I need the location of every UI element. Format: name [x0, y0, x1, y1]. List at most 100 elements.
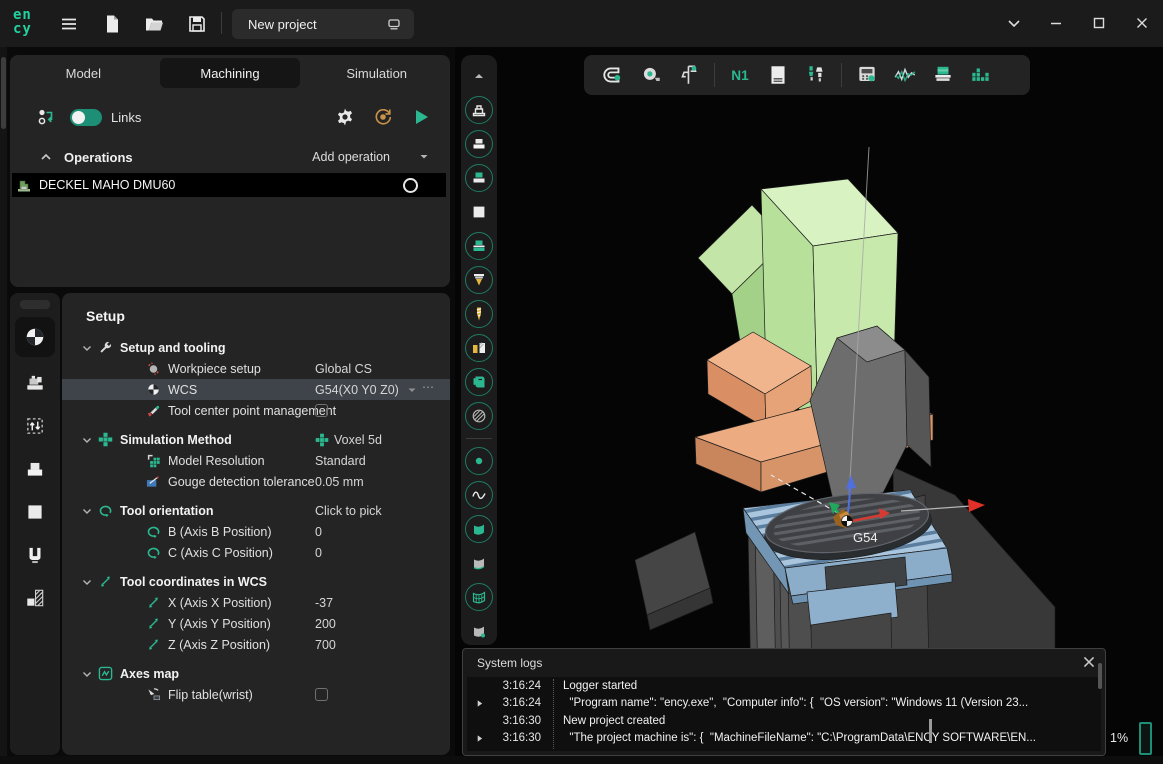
- logs-list[interactable]: 3:16:24Logger started3:16:24 "Program na…: [467, 677, 1101, 751]
- surface-point-button[interactable]: [464, 614, 494, 648]
- operations-header[interactable]: Operations Add operation: [10, 143, 450, 171]
- panel-drag-handle[interactable]: [20, 300, 50, 309]
- tree-row-tool-center-point-management[interactable]: Tool center point management: [62, 400, 450, 421]
- window-maximize-button[interactable]: [1088, 12, 1110, 34]
- caliper-button[interactable]: [670, 59, 708, 91]
- log-row[interactable]: 3:16:24Logger started: [467, 677, 1101, 695]
- curve-button[interactable]: [464, 478, 494, 512]
- workpiece-square-button[interactable]: [464, 195, 494, 229]
- point-button[interactable]: [464, 444, 494, 478]
- tree-chevron-icon[interactable]: [80, 667, 94, 681]
- magnet-button[interactable]: [594, 59, 632, 91]
- machine-operation-row[interactable]: DECKEL MAHO DMU60: [12, 173, 446, 197]
- more-options-button[interactable]: ⋯: [422, 380, 435, 394]
- surface-offset-button[interactable]: [464, 546, 494, 580]
- tree-row-wcs[interactable]: WCSG54(X0 Y0 Z0)⋯: [62, 379, 450, 400]
- tool-button[interactable]: [464, 297, 494, 331]
- log-row[interactable]: 3:16:30New project created: [467, 712, 1101, 730]
- wcs-icon[interactable]: [15, 317, 55, 357]
- log-row[interactable]: 3:16:30 "The project machine is": { "Mac…: [467, 730, 1101, 748]
- tree-row-c-axis-c-position-[interactable]: C (Axis C Position)0: [62, 542, 450, 563]
- stock-analysis-icon[interactable]: [20, 583, 50, 613]
- tree-chevron-icon[interactable]: [80, 341, 94, 355]
- machine-radio-button[interactable]: [403, 178, 418, 193]
- tree-value-text: 0: [315, 546, 322, 560]
- tree-checkbox[interactable]: [315, 404, 328, 417]
- surface-button[interactable]: [464, 512, 494, 546]
- stock-setup-icon[interactable]: [20, 454, 50, 484]
- material-button[interactable]: [464, 399, 494, 433]
- curve-icon: [465, 481, 493, 509]
- new-file-button[interactable]: [99, 11, 125, 37]
- nc-program-button[interactable]: N1: [721, 59, 759, 91]
- tool-list-button[interactable]: [797, 59, 835, 91]
- tree-row-x-axis-x-position-[interactable]: X (Axis X Position)-37: [62, 592, 450, 613]
- tree-row-flip-table-wrist-[interactable]: Flip table(wrist): [62, 684, 450, 705]
- fixture-button[interactable]: [464, 331, 494, 365]
- logs-close-icon[interactable]: [1081, 654, 1097, 670]
- links-toggle[interactable]: [70, 109, 102, 126]
- save-button[interactable]: [184, 11, 210, 37]
- tree-row-gouge-detection-tolerance[interactable]: Gouge detection tolerance0.05 mm: [62, 471, 450, 492]
- calculator-button[interactable]: [848, 59, 886, 91]
- expand-arrow-icon[interactable]: [475, 699, 484, 708]
- scroll-up-button[interactable]: [464, 59, 494, 93]
- tree-row-model-resolution[interactable]: Model ResolutionStandard: [62, 450, 450, 471]
- tree-row-tool-coordinates-in-wcs[interactable]: Tool coordinates in WCS: [62, 571, 450, 592]
- tab-label: Model: [66, 66, 101, 81]
- window-expand-button[interactable]: [1003, 12, 1025, 34]
- tab-model[interactable]: Model: [13, 58, 154, 88]
- tree-row-setup-and-tooling[interactable]: Setup and tooling: [62, 337, 450, 358]
- operation-button[interactable]: [464, 365, 494, 399]
- workpiece-square-icon[interactable]: [20, 497, 50, 527]
- tree-row-simulation-method[interactable]: Simulation MethodVoxel 5d: [62, 429, 450, 450]
- left-edge-scrollbar[interactable]: [0, 47, 7, 764]
- tree-row-b-axis-b-position-[interactable]: B (Axis B Position)0: [62, 521, 450, 542]
- recalculate-icon[interactable]: [372, 106, 394, 128]
- travel-limits-icon[interactable]: [20, 411, 50, 441]
- log-row[interactable]: 3:16:24 "Program name": "ency.exe", "Com…: [467, 695, 1101, 713]
- logs-scrollbar[interactable]: [1098, 663, 1102, 689]
- project-name-field[interactable]: New project: [232, 9, 414, 39]
- tree-chevron-icon[interactable]: [80, 433, 94, 447]
- tree-row-tool-orientation[interactable]: Tool orientationClick to pick: [62, 500, 450, 521]
- play-icon[interactable]: [410, 106, 432, 128]
- tab-machining[interactable]: Machining: [160, 58, 301, 88]
- scrollbar-thumb[interactable]: [1, 57, 6, 129]
- machine-button[interactable]: [464, 93, 494, 127]
- tool-holder-button[interactable]: [464, 263, 494, 297]
- main-menu-button[interactable]: [56, 11, 82, 37]
- stock-model-button[interactable]: [464, 229, 494, 263]
- expand-arrow-icon[interactable]: [475, 734, 484, 743]
- statistics-button[interactable]: [962, 59, 1000, 91]
- clamp-icon[interactable]: [20, 540, 50, 570]
- tree-checkbox[interactable]: [315, 688, 328, 701]
- window-close-button[interactable]: [1131, 12, 1153, 34]
- tree-value[interactable]: G54(X0 Y0 Z0): [315, 383, 399, 397]
- measure-button[interactable]: [632, 59, 670, 91]
- tab-simulation[interactable]: Simulation: [306, 58, 447, 88]
- window-minimize-button[interactable]: [1045, 12, 1067, 34]
- dropdown-caret-icon[interactable]: [418, 151, 430, 163]
- stock-button[interactable]: [464, 127, 494, 161]
- graph-button[interactable]: [886, 59, 924, 91]
- tree-value-text: 0: [315, 525, 322, 539]
- tree-chevron-icon[interactable]: [80, 575, 94, 589]
- stock-fixture-button[interactable]: [464, 161, 494, 195]
- tree-row-y-axis-y-position-[interactable]: Y (Axis Y Position)200: [62, 613, 450, 634]
- settings-gear-icon[interactable]: [334, 106, 356, 128]
- mesh-button[interactable]: [464, 580, 494, 614]
- tree-row-workpiece-setup[interactable]: Workpiece setupGlobal CS: [62, 358, 450, 379]
- tree-chevron-icon[interactable]: [80, 504, 94, 518]
- value-dropdown-icon[interactable]: [406, 384, 418, 396]
- setup-sheet-button[interactable]: [759, 59, 797, 91]
- collapse-chevron-icon[interactable]: [38, 149, 54, 165]
- open-file-button[interactable]: [141, 11, 167, 37]
- material-removal-icon: [931, 63, 955, 87]
- tree-row-z-axis-z-position-[interactable]: Z (Axis Z Position)700: [62, 634, 450, 655]
- tree-row-axes-map[interactable]: Axes map: [62, 663, 450, 684]
- add-operation-button[interactable]: Add operation: [312, 150, 390, 164]
- machine-setup-icon[interactable]: [20, 368, 50, 398]
- material-removal-button[interactable]: [924, 59, 962, 91]
- chevron-down-icon: [1004, 13, 1024, 33]
